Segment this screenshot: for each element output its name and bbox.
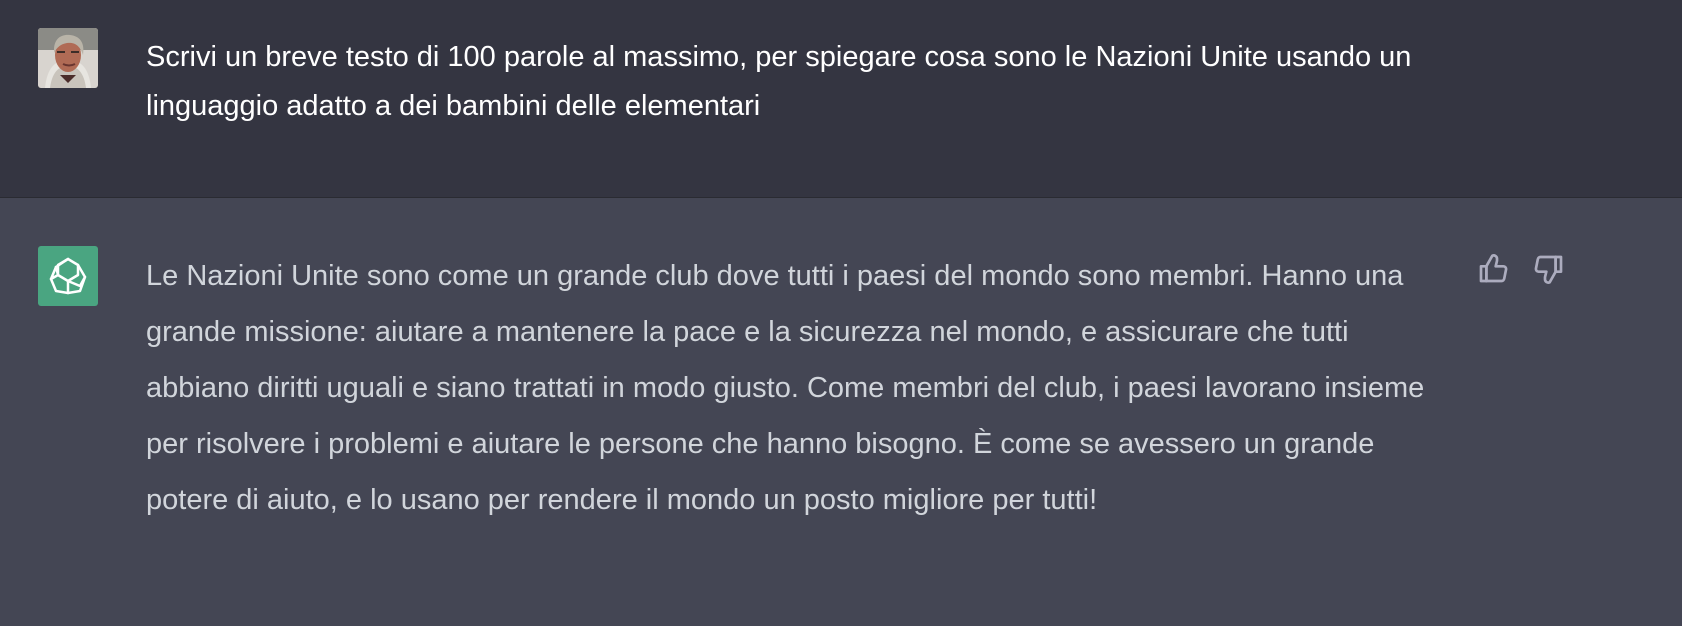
user-photo-avatar: [38, 28, 98, 88]
openai-logo-icon: [49, 257, 87, 295]
thumbs-up-icon: [1479, 254, 1508, 283]
user-message-text: Scrivi un breve testo di 100 parole al m…: [146, 41, 1412, 122]
thumbs-down-icon: [1534, 255, 1563, 284]
thumbs-up-button[interactable]: [1474, 250, 1512, 288]
assistant-message-turn: Le Nazioni Unite sono come un grande clu…: [0, 198, 1682, 626]
chat-thread: Scrivi un breve testo di 100 parole al m…: [0, 0, 1682, 626]
thumbs-down-button[interactable]: [1530, 250, 1568, 288]
assistant-message-text: Le Nazioni Unite sono come un grande clu…: [146, 260, 1425, 516]
assistant-avatar: [38, 246, 98, 306]
user-avatar: [38, 28, 98, 88]
message-feedback-actions: [1474, 250, 1568, 288]
user-message-turn: Scrivi un breve testo di 100 parole al m…: [0, 0, 1682, 198]
